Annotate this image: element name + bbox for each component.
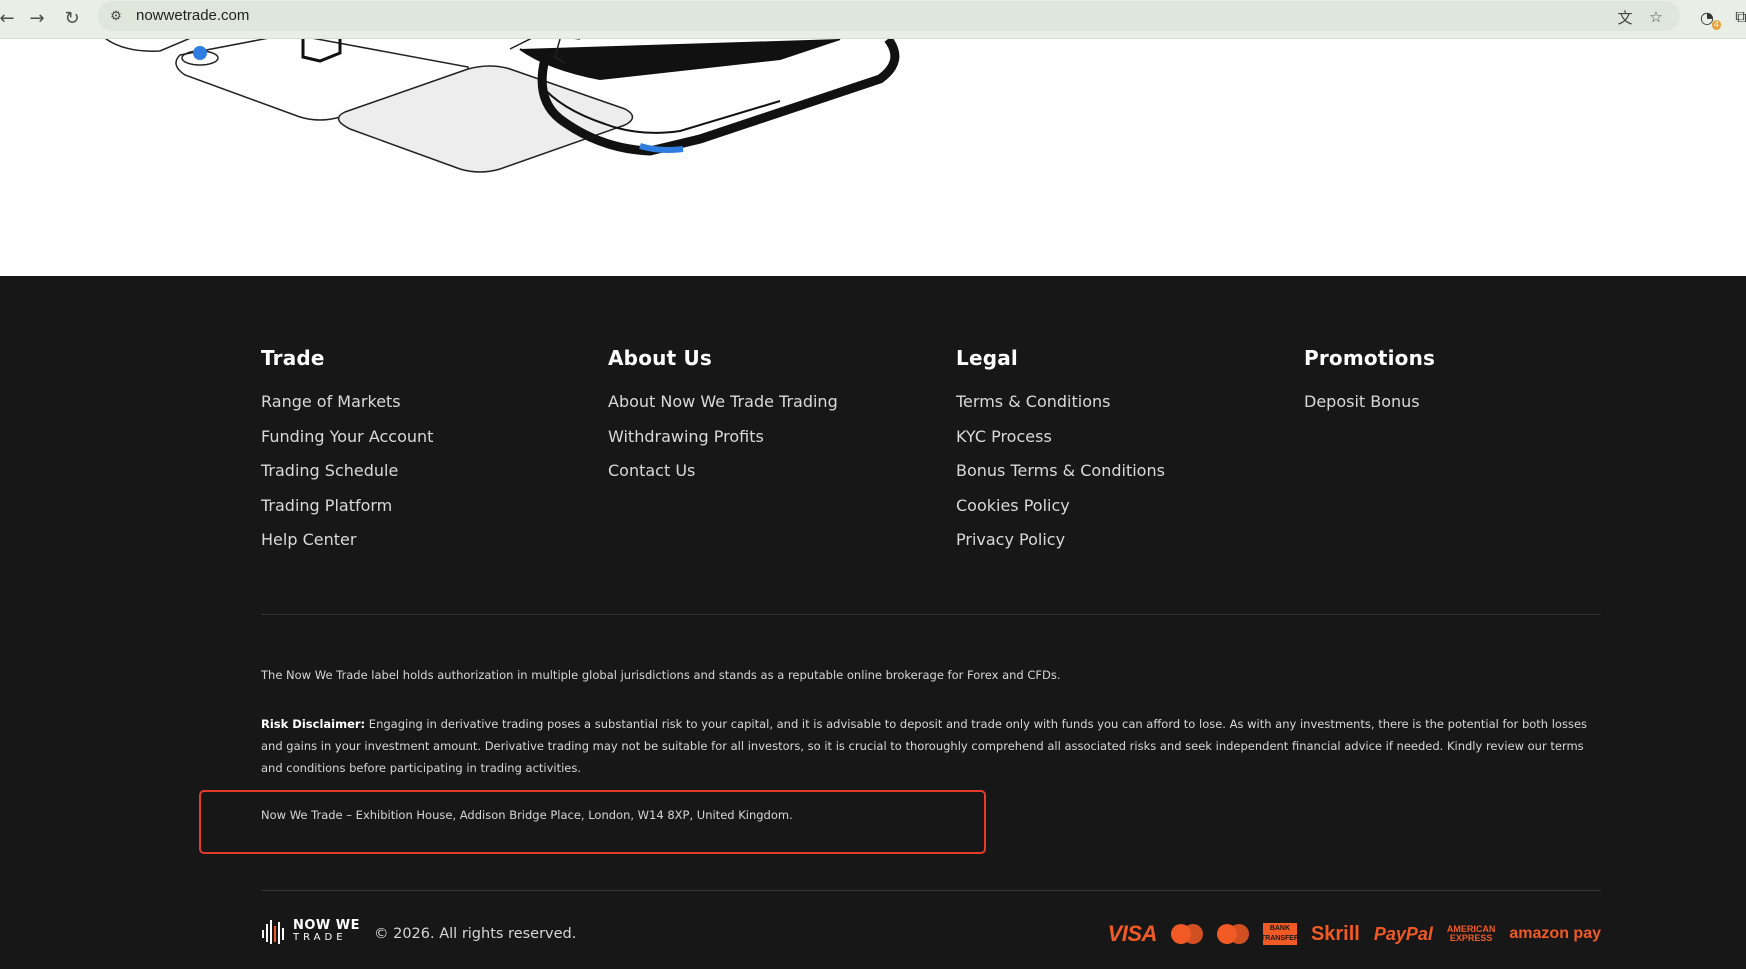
footer-link-trading-schedule[interactable]: Trading Schedule: [261, 461, 433, 496]
copyright-text: © 2026. All rights reserved.: [374, 926, 577, 942]
footer-link-range-of-markets[interactable]: Range of Markets: [261, 392, 433, 427]
footer-link-trading-platform[interactable]: Trading Platform: [261, 496, 433, 531]
footer-link-funding-your-account[interactable]: Funding Your Account: [261, 427, 433, 462]
extension-badge: 4: [1711, 20, 1721, 30]
skrill-icon: Skrill: [1310, 922, 1360, 945]
bookmark-star-icon[interactable]: ☆: [1645, 6, 1667, 28]
mastercard-icon: [1170, 924, 1203, 944]
risk-disclaimer-text: Engaging in derivative trading poses a s…: [261, 717, 1588, 775]
extensions-puzzle-icon[interactable]: ⧉: [1728, 4, 1746, 30]
footer-link-deposit-bonus[interactable]: Deposit Bonus: [1304, 392, 1435, 427]
footer-column-trade: Trade Range of Markets Funding Your Acco…: [261, 346, 433, 565]
footer-heading-legal: Legal: [956, 346, 1018, 370]
translate-icon[interactable]: 文: [1614, 6, 1636, 28]
risk-disclaimer: Risk Disclaimer: Engaging in derivative …: [261, 713, 1601, 779]
back-icon[interactable]: ←: [0, 3, 22, 33]
company-address: Now We Trade – Exhibition House, Addison…: [261, 808, 793, 822]
footer-link-contact-us[interactable]: Contact Us: [608, 461, 838, 496]
paypal-icon: PayPal: [1373, 923, 1433, 944]
soundwave-logo-icon: [262, 920, 284, 944]
footer-heading-about-us: About Us: [608, 346, 713, 370]
footer-link-kyc-process[interactable]: KYC Process: [956, 427, 1165, 462]
brand-name-line2: TRADE: [293, 932, 347, 943]
footer-divider: [261, 614, 1601, 615]
forward-icon[interactable]: →: [22, 3, 52, 33]
url-text[interactable]: nowwetrade.com: [136, 7, 249, 24]
footer-link-privacy-policy[interactable]: Privacy Policy: [956, 530, 1165, 565]
authorization-text: The Now We Trade label holds authorizati…: [261, 668, 1061, 682]
reload-icon[interactable]: ↻: [57, 3, 87, 33]
footer-link-help-center[interactable]: Help Center: [261, 530, 433, 565]
hero-illustration: [0, 39, 1746, 276]
browser-toolbar: ← → ↻ ⚙ nowwetrade.com 文 ☆ ◔ 4 ⧉: [0, 0, 1746, 39]
footer-column-about-us: About Us About Now We Trade Trading With…: [608, 346, 838, 496]
bank-transfer-line1: BANK: [1269, 925, 1291, 932]
brand-name-line1: NOW WE: [293, 918, 361, 933]
address-bar[interactable]: ⚙ nowwetrade.com 文 ☆: [98, 1, 1680, 31]
footer-link-terms-conditions[interactable]: Terms & Conditions: [956, 392, 1165, 427]
site-info-icon[interactable]: ⚙: [106, 6, 126, 26]
footer-column-promotions: Promotions Deposit Bonus: [1304, 346, 1435, 427]
address-highlight-box: [199, 790, 986, 854]
isometric-platform-illustration: [104, 39, 900, 173]
footer-link-about-now-we-trade[interactable]: About Now We Trade Trading: [608, 392, 838, 427]
risk-disclaimer-label: Risk Disclaimer:: [261, 717, 366, 731]
footer-link-withdrawing-profits[interactable]: Withdrawing Profits: [608, 427, 838, 462]
footer-link-bonus-terms[interactable]: Bonus Terms & Conditions: [956, 461, 1165, 496]
footer-link-cookies-policy[interactable]: Cookies Policy: [956, 496, 1165, 531]
amazon-pay-icon: amazon pay: [1509, 925, 1601, 942]
maestro-icon: [1216, 924, 1249, 944]
bank-transfer-line2: TRANSFER: [1260, 935, 1299, 942]
bank-transfer-icon: BANK TRANSFER: [1260, 923, 1299, 945]
footer-bottom-divider: [261, 890, 1601, 891]
footer-heading-promotions: Promotions: [1304, 346, 1436, 370]
footer-heading-trade: Trade: [261, 346, 325, 370]
site-footer: Trade Range of Markets Funding Your Acco…: [0, 276, 1746, 969]
footer-column-legal: Legal Terms & Conditions KYC Process Bon…: [956, 346, 1165, 565]
amex-line2: EXPRESS: [1449, 933, 1493, 943]
brand-logo[interactable]: NOW WE TRADE: [261, 918, 360, 946]
visa-icon: VISA: [1107, 921, 1158, 946]
american-express-icon: AMERICAN EXPRESS: [1447, 925, 1496, 943]
extension-icon[interactable]: ◔ 4: [1694, 4, 1721, 30]
payment-methods: VISA BANK TRANSFER Skrill PayPal AMERICA…: [1108, 921, 1601, 947]
